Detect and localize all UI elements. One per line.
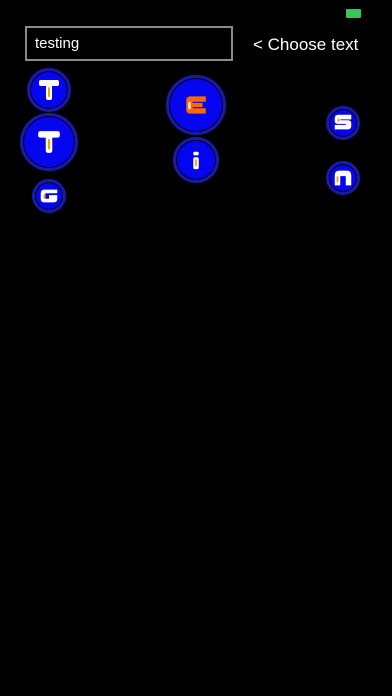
letter-i-icon [193, 151, 199, 170]
battery-icon [346, 9, 361, 18]
letter-bubble-t[interactable] [20, 113, 78, 171]
text-input[interactable] [25, 26, 233, 61]
letter-n-icon [334, 170, 352, 186]
letter-g-icon [40, 189, 58, 203]
letter-e-icon [186, 96, 206, 114]
letter-t-icon [39, 80, 59, 100]
letter-t-icon [38, 131, 60, 153]
letter-bubble-i[interactable] [173, 137, 219, 183]
letter-bubble-n[interactable] [326, 161, 360, 195]
letter-bubble-t[interactable] [27, 68, 71, 112]
choose-text-button[interactable]: < Choose text [253, 34, 358, 56]
letter-s-icon [334, 114, 352, 130]
letter-bubble-e[interactable] [166, 75, 226, 135]
letter-bubble-g[interactable] [32, 179, 66, 213]
letter-bubble-s[interactable] [326, 106, 360, 140]
